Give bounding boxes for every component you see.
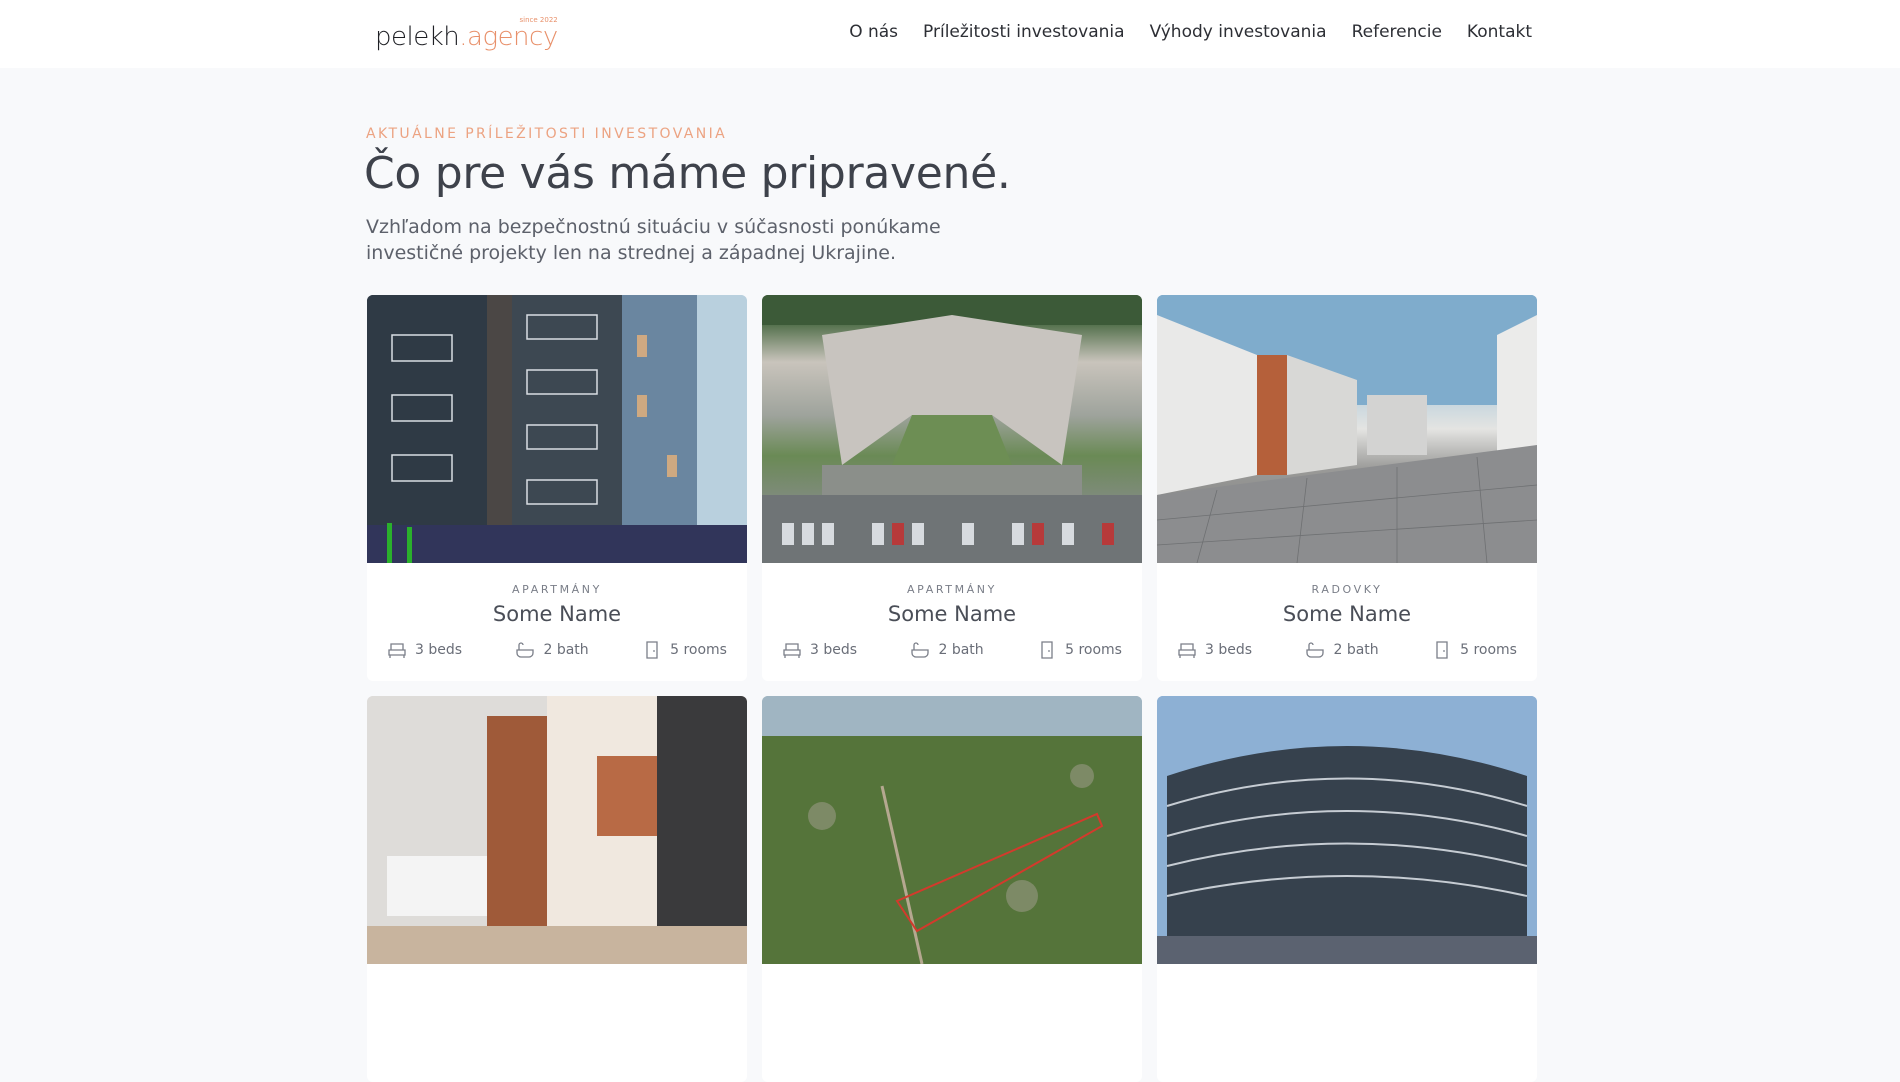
nav-item-kontakt[interactable]: Kontakt [1467,22,1532,42]
property-category: RADOVKY [1311,583,1383,596]
property-grid: APARTMÁNY Some Name 3 beds 2 bath 5 room… [367,295,1537,1082]
feature-rooms: 5 rooms [1037,640,1122,660]
nav-item-o-nas[interactable]: O nás [849,22,898,42]
feature-beds: 3 beds [782,640,857,660]
feature-bath-label: 2 bath [543,642,589,658]
bed-icon [388,643,406,658]
feature-bath: 2 bath [1305,640,1379,660]
door-icon [1041,641,1053,659]
property-image[interactable] [1157,696,1537,964]
feature-bath: 2 bath [910,640,984,660]
property-category: APARTMÁNY [907,583,997,596]
nav-item-vyhody[interactable]: Výhody investovania [1150,22,1327,42]
property-card[interactable] [367,696,747,1082]
feature-beds-label: 3 beds [1205,642,1253,658]
feature-rooms: 5 rooms [1432,640,1517,660]
nav-item-referencie[interactable]: Referencie [1352,22,1442,42]
aerial-complex-illustration [762,295,1142,563]
logo-since-text: since 2022 [519,16,558,24]
main-nav: O nás Príležitosti investovania Výhody i… [849,22,1532,42]
townhouse-illustration [1157,295,1537,563]
logo-base-text: pelekh [375,22,460,52]
section-eyebrow: AKTUÁLNE PRÍLEŽITOSTI INVESTOVANIA [366,126,728,142]
apartment-building-illustration [367,295,747,563]
property-name: Some Name [1282,602,1412,626]
property-card[interactable] [762,696,1142,1082]
property-image[interactable] [367,295,747,563]
feature-bath-label: 2 bath [1333,642,1379,658]
land-plot-aerial-illustration [762,696,1142,964]
feature-beds: 3 beds [1177,640,1252,660]
feature-beds: 3 beds [387,640,462,660]
feature-bath-label: 2 bath [938,642,984,658]
property-image[interactable] [367,696,747,964]
feature-rooms-label: 5 rooms [1065,642,1122,658]
property-name: Some Name [887,602,1017,626]
bath-icon [1306,642,1325,658]
bath-icon [911,642,930,658]
feature-beds-label: 3 beds [810,642,858,658]
nav-item-prilezitosti[interactable]: Príležitosti investovania [923,22,1125,42]
logo[interactable]: pelekh .agency since 2022 [375,16,558,52]
feature-rooms-label: 5 rooms [1460,642,1517,658]
property-image[interactable] [762,696,1142,964]
property-card[interactable]: APARTMÁNY Some Name 3 beds 2 bath 5 room… [367,295,747,681]
property-card[interactable]: RADOVKY Some Name 3 beds 2 bath 5 rooms [1157,295,1537,681]
property-name: Some Name [492,602,622,626]
site-header: pelekh .agency since 2022 O nás Príležito… [0,0,1900,68]
bed-icon [1178,643,1196,658]
door-icon [1436,641,1448,659]
feature-rooms: 5 rooms [642,640,727,660]
feature-rooms-label: 5 rooms [670,642,727,658]
property-image[interactable] [1157,295,1537,563]
bed-icon [783,643,801,658]
property-image[interactable] [762,295,1142,563]
feature-bath: 2 bath [515,640,589,660]
logo-accent-text: .agency [459,22,558,52]
property-card[interactable]: APARTMÁNY Some Name 3 beds 2 bath 5 room… [762,295,1142,681]
bath-icon [516,642,535,658]
door-icon [646,641,658,659]
property-card[interactable] [1157,696,1537,1082]
section-title: Čo pre vás máme pripravené. [364,148,1011,199]
rowhouse-illustration [367,696,747,964]
property-category: APARTMÁNY [512,583,602,596]
office-building-illustration [1157,696,1537,964]
section-lead: Vzhľadom na bezpečnostnú situáciu v súča… [366,216,941,264]
feature-beds-label: 3 beds [415,642,463,658]
